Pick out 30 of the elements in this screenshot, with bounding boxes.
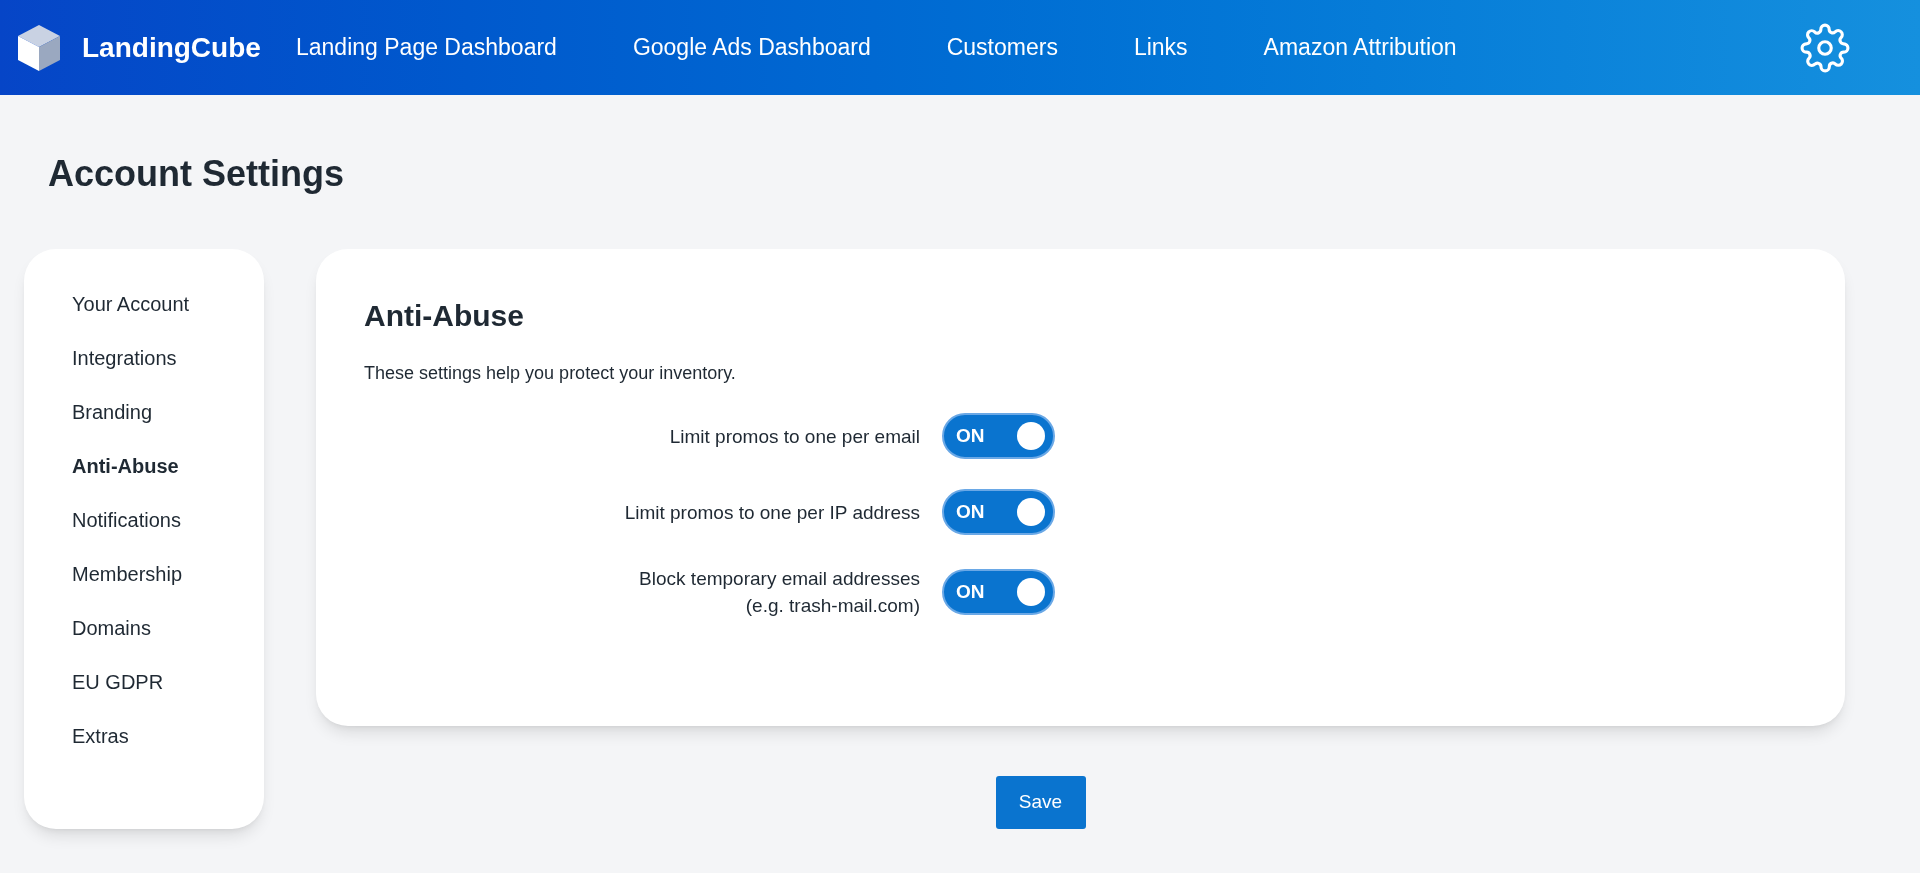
page-title: Account Settings	[48, 152, 345, 196]
nav-link[interactable]: Google Ads Dashboard	[632, 30, 871, 65]
sidebar-item[interactable]: Anti-Abuse	[72, 453, 264, 479]
save-button[interactable]: Save	[995, 776, 1086, 829]
nav-link[interactable]: Customers	[946, 30, 1058, 65]
toggle-knob	[1017, 422, 1045, 450]
sidebar-item[interactable]: Integrations	[72, 345, 264, 371]
setting-label: Limit promos to one per email	[668, 424, 920, 449]
section-title: Anti-Abuse	[364, 298, 525, 334]
section-description: These settings help you protect your inventory.	[364, 362, 737, 385]
sidebar-item[interactable]: EU GDPR	[72, 669, 264, 695]
setting-label: Block temporary email addresses (e.g. trash-mail.com)	[638, 567, 920, 618]
brand-name: LandingCube	[82, 30, 261, 65]
toggle-switch[interactable]: ON	[942, 413, 1055, 459]
sidebar-item[interactable]: Membership	[72, 561, 264, 587]
toggle-switch[interactable]: ON	[942, 569, 1055, 615]
sidebar-item[interactable]: Notifications	[72, 507, 264, 533]
sidebar-item[interactable]: Extras	[72, 723, 264, 749]
toggle-switch[interactable]: ON	[942, 489, 1055, 535]
cube-logo-icon	[16, 22, 62, 73]
nav-link[interactable]: Amazon Attribution	[1263, 30, 1457, 65]
nav-link[interactable]: Links	[1133, 30, 1188, 65]
sidebar-item[interactable]: Domains	[72, 615, 264, 641]
sidebar-item[interactable]: Branding	[72, 399, 264, 425]
setting-label: Limit promos to one per IP address	[623, 500, 920, 525]
sidebar-item[interactable]: Your Account	[72, 291, 264, 317]
settings-icon[interactable]	[1800, 22, 1850, 73]
toggle-knob	[1017, 578, 1045, 606]
nav-link[interactable]: Landing Page Dashboard	[296, 30, 557, 65]
toggle-knob	[1017, 498, 1045, 526]
